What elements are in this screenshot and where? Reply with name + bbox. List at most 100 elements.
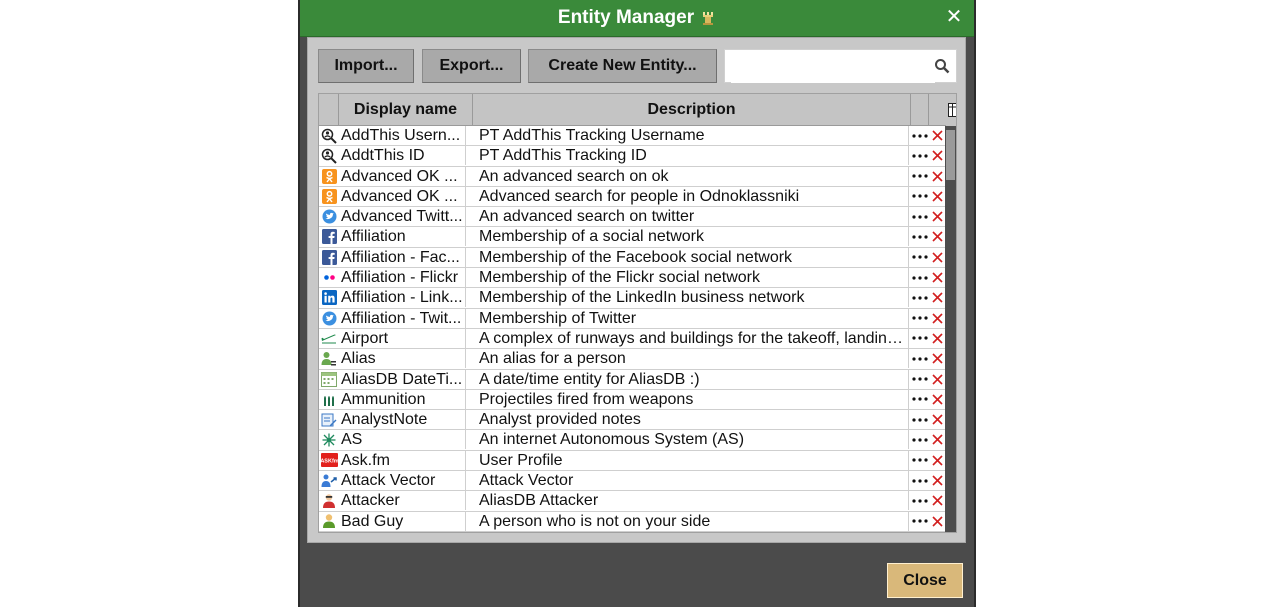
scrollbar-thumb[interactable] <box>946 130 955 180</box>
entity-display-name: Affiliation - Fac... <box>340 247 466 267</box>
search-input[interactable] <box>731 51 935 83</box>
table-row[interactable]: Alias An alias for a person <box>319 349 946 370</box>
delete-icon[interactable] <box>929 227 946 246</box>
entity-description: Analyst provided notes <box>473 410 909 430</box>
more-options-icon[interactable] <box>911 146 929 165</box>
table-row[interactable]: AnalystNote Analyst provided notes <box>319 410 946 431</box>
bullets-icon <box>319 390 339 409</box>
calendar-icon <box>319 370 339 389</box>
close-button[interactable]: Close <box>887 563 963 598</box>
delete-icon[interactable] <box>929 410 946 429</box>
delete-icon[interactable] <box>929 187 946 206</box>
magnifier-user-icon <box>319 146 339 165</box>
column-chooser-icon[interactable] <box>946 94 956 126</box>
entity-display-name: Advanced Twitt... <box>340 207 466 227</box>
table-header: Display name Description <box>319 94 946 126</box>
more-options-icon[interactable] <box>911 268 929 287</box>
table-body: AddThis Usern... PT AddThis Tracking Use… <box>319 126 946 532</box>
more-options-icon[interactable] <box>911 309 929 328</box>
entity-display-name: AddThis Usern... <box>340 126 466 145</box>
table-row[interactable]: AddtThis ID PT AddThis Tracking ID <box>319 146 946 167</box>
entity-description: A complex of runways and buildings for t… <box>473 328 909 348</box>
table-row[interactable]: Ammunition Projectiles fired from weapon… <box>319 389 946 411</box>
table-row[interactable]: Airport A complex of runways and buildin… <box>319 328 946 350</box>
entity-manager-dialog: Entity Manager ✕ Import... Export... Cre… <box>298 0 976 607</box>
more-options-icon[interactable] <box>911 207 929 226</box>
more-options-icon[interactable] <box>911 248 929 267</box>
create-new-entity-button[interactable]: Create New Entity... <box>528 49 717 83</box>
odnoklassniki-icon <box>319 187 339 206</box>
delete-icon[interactable] <box>929 309 946 328</box>
table-row[interactable]: AddThis Usern... PT AddThis Tracking Use… <box>319 126 946 147</box>
dialog-titlebar: Entity Manager ✕ <box>300 0 974 37</box>
linkedin-icon <box>319 288 339 307</box>
more-options-icon[interactable] <box>911 430 929 449</box>
table-row[interactable]: Affiliation - Twit... Membership of Twit… <box>319 308 946 329</box>
entity-description: Attack Vector <box>473 471 909 491</box>
delete-icon[interactable] <box>929 248 946 267</box>
table-row[interactable]: Affiliation - Link... Membership of the … <box>319 288 946 309</box>
delete-icon[interactable] <box>929 370 946 389</box>
delete-icon[interactable] <box>929 146 946 165</box>
entity-description: Membership of the LinkedIn business netw… <box>473 288 909 308</box>
delete-icon[interactable] <box>929 167 946 186</box>
more-options-icon[interactable] <box>911 288 929 307</box>
more-options-icon[interactable] <box>911 349 929 368</box>
more-options-icon[interactable] <box>911 370 929 389</box>
more-options-icon[interactable] <box>911 451 929 470</box>
delete-icon[interactable] <box>929 491 946 510</box>
table-row[interactable]: Affiliation Membership of a social netwo… <box>319 227 946 248</box>
table-row[interactable]: Advanced OK ... An advanced search on ok <box>319 166 946 187</box>
entity-display-name: Advanced OK ... <box>340 186 466 206</box>
more-options-icon[interactable] <box>911 410 929 429</box>
more-options-icon[interactable] <box>911 187 929 206</box>
table-row[interactable]: Advanced Twitt... An advanced search on … <box>319 207 946 228</box>
delete-icon[interactable] <box>929 288 946 307</box>
table-row[interactable]: Affiliation - Fac... Membership of the F… <box>319 247 946 269</box>
delete-icon[interactable] <box>929 512 946 531</box>
search-icon[interactable] <box>934 58 950 74</box>
entity-description: PT AddThis Tracking ID <box>473 146 909 166</box>
more-options-icon[interactable] <box>911 167 929 186</box>
more-options-icon[interactable] <box>911 471 929 490</box>
entity-display-name: Bad Guy <box>340 511 466 531</box>
table-row[interactable]: Attacker AliasDB Attacker <box>319 491 946 512</box>
vertical-scrollbar[interactable] <box>945 126 956 532</box>
header-description[interactable]: Description <box>473 94 911 125</box>
more-options-icon[interactable] <box>911 390 929 409</box>
table-row[interactable]: Affiliation - Flickr Membership of the F… <box>319 268 946 289</box>
table-row[interactable]: Attack Vector Attack Vector <box>319 471 946 492</box>
more-options-icon[interactable] <box>911 227 929 246</box>
table-row[interactable]: Advanced OK ... Advanced search for peop… <box>319 186 946 208</box>
table-row[interactable]: AliasDB DateTi... A date/time entity for… <box>319 369 946 390</box>
header-delete-column <box>929 94 946 125</box>
entity-description: An alias for a person <box>473 349 909 369</box>
table-row[interactable]: AS An internet Autonomous System (AS) <box>319 430 946 451</box>
more-options-icon[interactable] <box>911 329 929 348</box>
delete-icon[interactable] <box>929 430 946 449</box>
delete-icon[interactable] <box>929 471 946 490</box>
export-button[interactable]: Export... <box>422 49 521 83</box>
close-icon[interactable]: ✕ <box>944 6 964 28</box>
entity-display-name: Affiliation - Twit... <box>340 308 466 328</box>
entity-display-name: Attacker <box>340 491 466 511</box>
delete-icon[interactable] <box>929 329 946 348</box>
entity-display-name: AS <box>340 430 466 450</box>
header-display-name[interactable]: Display name <box>339 94 473 125</box>
delete-icon[interactable] <box>929 126 946 145</box>
note-icon <box>319 410 339 429</box>
delete-icon[interactable] <box>929 207 946 226</box>
entity-table: Display name Description AddThis Usern..… <box>318 93 957 533</box>
table-row[interactable]: ASKfm Ask.fm User Profile <box>319 450 946 472</box>
more-options-icon[interactable] <box>911 491 929 510</box>
delete-icon[interactable] <box>929 451 946 470</box>
delete-icon[interactable] <box>929 349 946 368</box>
delete-icon[interactable] <box>929 390 946 409</box>
delete-icon[interactable] <box>929 268 946 287</box>
entity-display-name: Airport <box>340 328 466 348</box>
more-options-icon[interactable] <box>911 512 929 531</box>
import-button[interactable]: Import... <box>318 49 414 83</box>
more-options-icon[interactable] <box>911 126 929 145</box>
table-row[interactable]: Bad Guy A person who is not on your side <box>319 511 946 532</box>
header-icon-column <box>319 94 339 125</box>
